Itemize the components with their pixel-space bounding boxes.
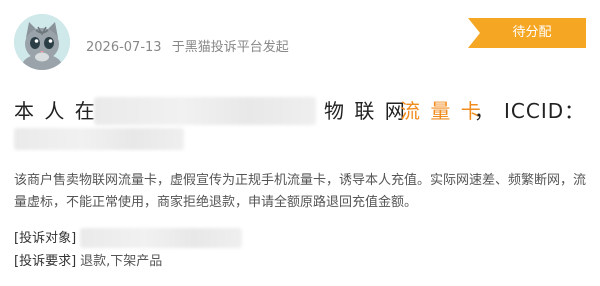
title-highlight: 流 量 卡 <box>400 99 483 123</box>
cat-avatar-icon <box>14 14 70 70</box>
complaint-request-label: [投诉要求] <box>14 254 77 269</box>
status-badge: 待分配 <box>468 18 586 48</box>
redacted-iccid <box>14 128 184 150</box>
complaint-target-row: [投诉对象] <box>14 229 76 249</box>
redacted-target <box>80 228 242 248</box>
complaint-meta: 2026-07-13 于黑猫投诉平台发起 <box>86 36 295 55</box>
complaint-title: 本 人 在 物 联 网 流 量 卡 ， ICCID： <box>14 96 586 126</box>
complaint-target-label: [投诉对象] <box>14 231 77 246</box>
complaint-date: 2026-07-13 <box>86 40 162 55</box>
title-middle: 物 联 网 <box>324 99 407 123</box>
complaint-source: 于黑猫投诉平台发起 <box>171 40 289 55</box>
user-avatar[interactable] <box>14 14 70 70</box>
redacted-merchant <box>94 97 316 125</box>
title-comma: ， <box>474 99 496 123</box>
title-prefix: 本 人 在 <box>14 99 97 123</box>
complaint-card: 2026-07-13 于黑猫投诉平台发起 待分配 本 人 在 物 联 网 流 量… <box>0 0 600 286</box>
complaint-description: 该商户售卖物联网流量卡，虚假宣传为正规手机流量卡，诱导本人充值。实际网速差、频繁… <box>14 173 587 210</box>
status-badge-label: 待分配 <box>512 25 552 40</box>
title-iccid-label: ICCID： <box>504 99 586 123</box>
complaint-request-row: [投诉要求] 退款,下架产品 <box>14 252 162 272</box>
complaint-request-value: 退款,下架产品 <box>80 254 163 269</box>
